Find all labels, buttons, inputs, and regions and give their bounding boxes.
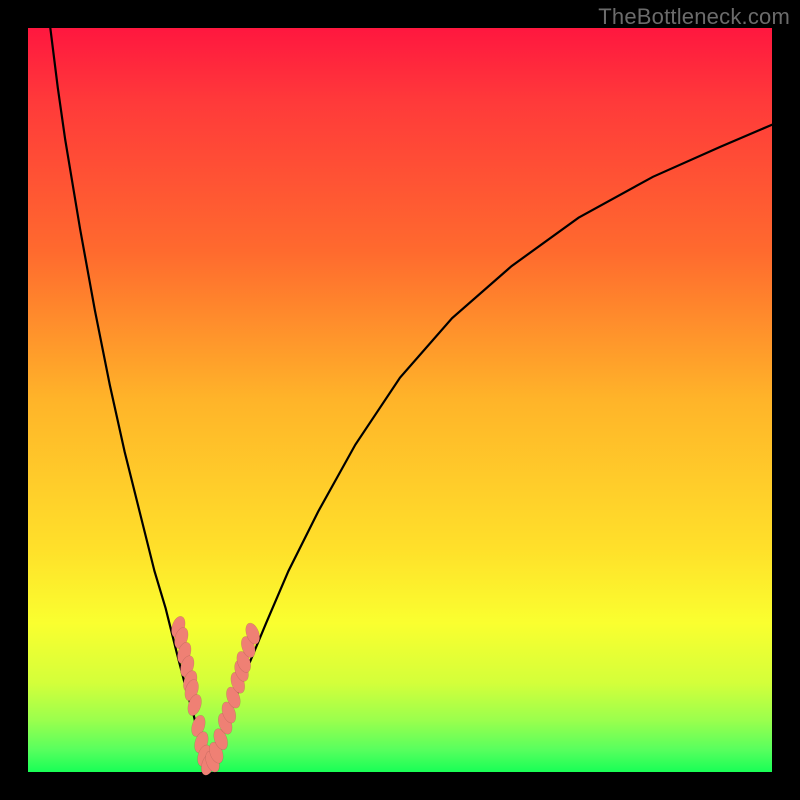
frame-border-bottom <box>0 772 800 800</box>
series-group <box>50 28 772 769</box>
chart-frame: TheBottleneck.com <box>0 0 800 800</box>
frame-border-right <box>772 0 800 800</box>
markers-group <box>169 615 262 777</box>
watermark-text: TheBottleneck.com <box>598 4 790 30</box>
chart-svg <box>28 28 772 772</box>
plot-area <box>28 28 772 772</box>
frame-border-left <box>0 0 28 800</box>
chart-stage: TheBottleneck.com <box>0 0 800 800</box>
series-right-branch <box>207 125 772 769</box>
